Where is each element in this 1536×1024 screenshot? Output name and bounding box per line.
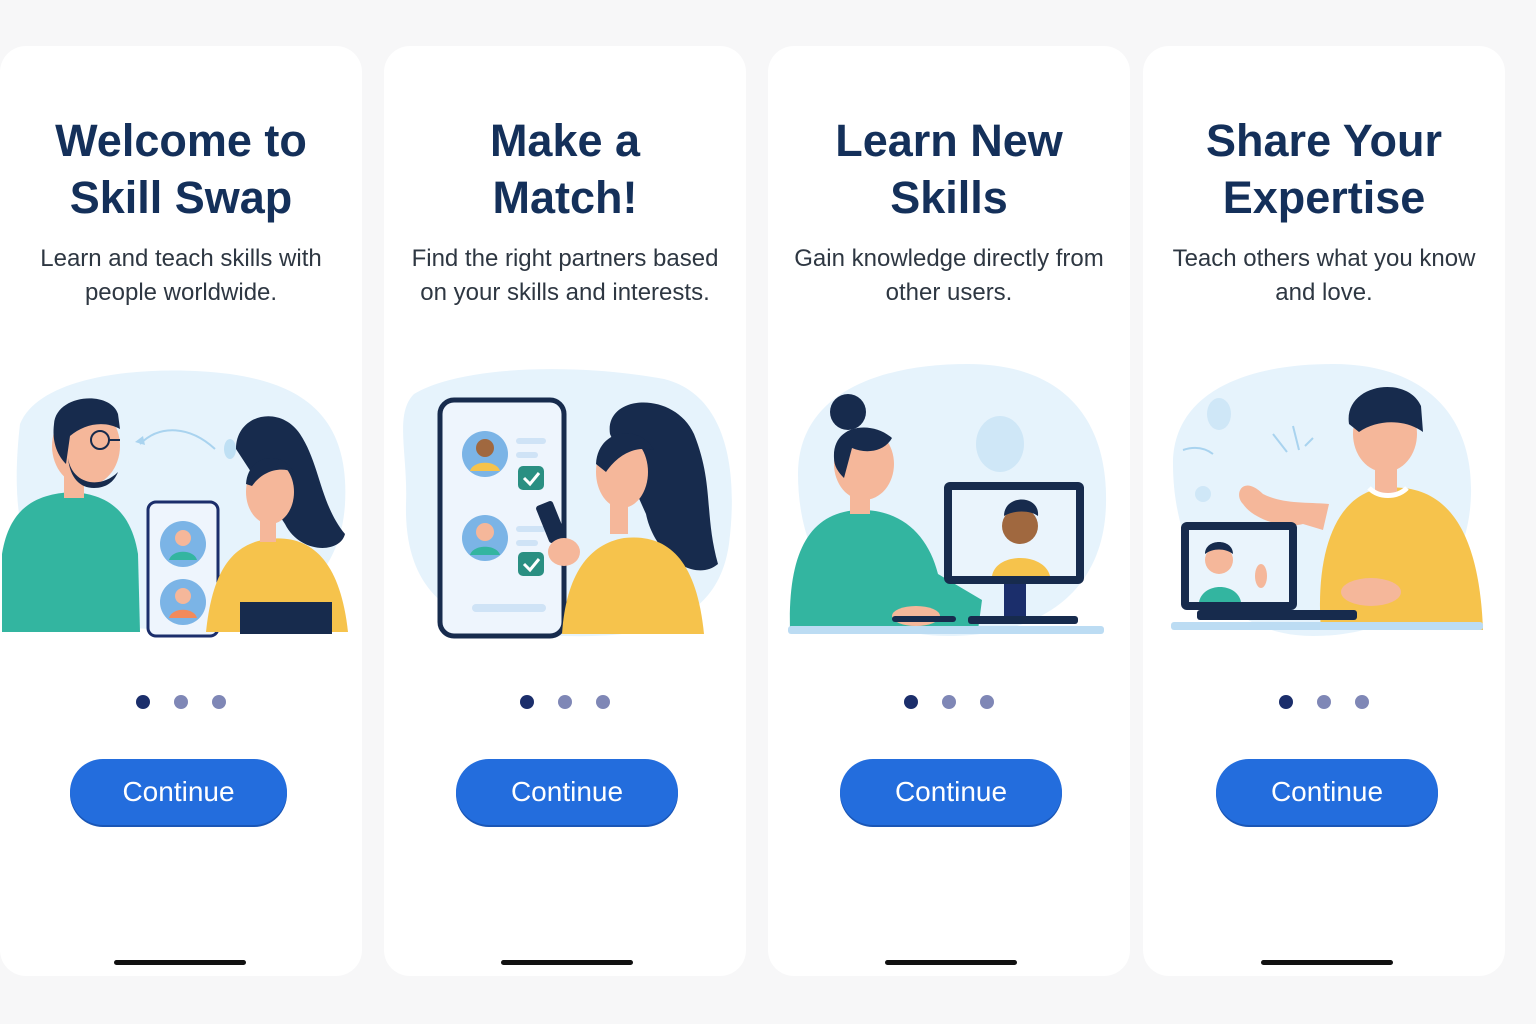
- illustration-man-teaching-via-laptop: [1143, 354, 1505, 644]
- continue-button[interactable]: Continue: [1216, 759, 1438, 825]
- page-dot-1[interactable]: [904, 695, 918, 709]
- page-dot-1[interactable]: [1279, 695, 1293, 709]
- continue-button[interactable]: Continue: [456, 759, 678, 825]
- title-line-2: Expertise: [1222, 172, 1426, 223]
- onboarding-screen-match: Make a Match! Find the right partners ba…: [384, 46, 746, 976]
- title-line-1: Make a: [489, 115, 641, 166]
- screen-subtitle: Gain knowledge directly from other users…: [794, 245, 1104, 306]
- page-dot-1[interactable]: [136, 695, 150, 709]
- page-dot-1[interactable]: [520, 695, 534, 709]
- page-dot-3[interactable]: [212, 695, 226, 709]
- continue-button[interactable]: Continue: [840, 759, 1062, 825]
- title-line-2: Match!: [492, 172, 638, 223]
- page-dot-3[interactable]: [1355, 695, 1369, 709]
- onboarding-screen-learn: Learn New Skills Gain knowledge directly…: [768, 46, 1130, 976]
- screen-subtitle: Find the right partners based on your sk…: [411, 245, 719, 306]
- title-line-2: Skill Swap: [69, 172, 293, 223]
- title-line-2: Skills: [890, 172, 1008, 223]
- home-indicator: [885, 960, 1017, 965]
- page-indicator: [0, 695, 362, 709]
- page-dot-3[interactable]: [596, 695, 610, 709]
- page-indicator: [384, 695, 746, 709]
- home-indicator: [114, 960, 246, 965]
- screen-title: Make a Match!: [384, 112, 746, 226]
- continue-button[interactable]: Continue: [70, 759, 287, 825]
- title-line-1: Welcome to: [55, 115, 307, 166]
- home-indicator: [1261, 960, 1393, 965]
- onboarding-screen-share: Share Your Expertise Teach others what y…: [1143, 46, 1505, 976]
- page-dot-2[interactable]: [174, 695, 188, 709]
- screen-title: Share Your Expertise: [1143, 112, 1505, 226]
- illustration-woman-matching-on-phone: [384, 354, 746, 644]
- page-dot-2[interactable]: [942, 695, 956, 709]
- page-dot-2[interactable]: [558, 695, 572, 709]
- title-line-1: Share Your: [1206, 115, 1442, 166]
- screen-title: Learn New Skills: [768, 112, 1130, 226]
- page-dot-3[interactable]: [980, 695, 994, 709]
- page-indicator: [1143, 695, 1505, 709]
- onboarding-screen-welcome: Welcome to Skill Swap Learn and teach sk…: [0, 46, 362, 976]
- page-dot-2[interactable]: [1317, 695, 1331, 709]
- page-indicator: [768, 695, 1130, 709]
- title-line-1: Learn New: [835, 115, 1063, 166]
- screen-title: Welcome to Skill Swap: [0, 112, 362, 226]
- home-indicator: [501, 960, 633, 965]
- screen-subtitle: Learn and teach skills with people world…: [40, 245, 322, 306]
- illustration-woman-video-call-on-computer: [768, 354, 1130, 644]
- screen-subtitle: Teach others what you know and love.: [1172, 245, 1476, 306]
- illustration-two-people-exchanging-profiles: [0, 354, 362, 644]
